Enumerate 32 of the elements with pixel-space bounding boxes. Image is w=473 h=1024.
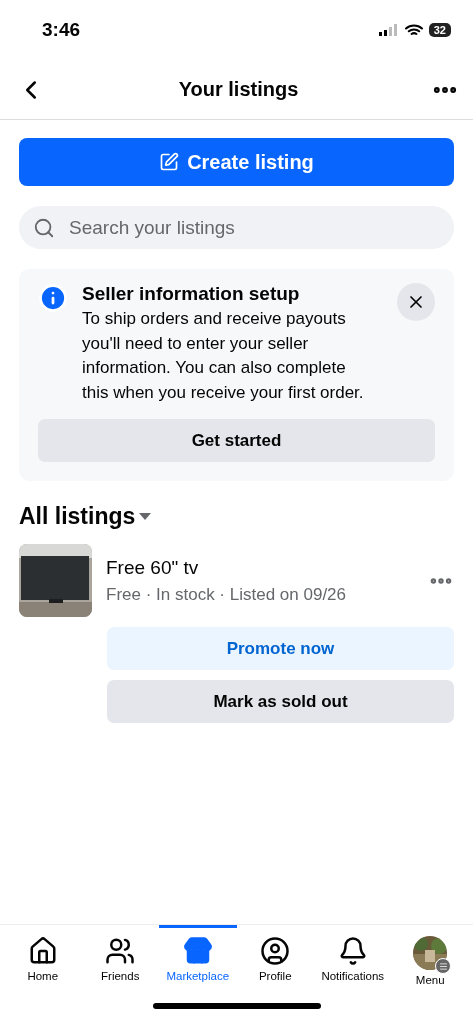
listing-details: Free · In stock · Listed on 09/26 <box>106 584 347 605</box>
person-icon <box>260 936 291 966</box>
tab[interactable]: Profile <box>236 925 314 994</box>
close-button[interactable] <box>397 283 435 321</box>
tab[interactable]: Marketplace <box>159 925 237 994</box>
dropdown-icon[interactable] <box>139 512 152 521</box>
status-time: 3:46 <box>42 19 81 41</box>
tab[interactable]: Friends <box>81 925 159 994</box>
tab[interactable]: Notifications <box>314 925 392 994</box>
menu-icon[interactable] <box>435 958 452 974</box>
house-icon <box>27 936 58 966</box>
section-title[interactable]: All listings <box>19 503 136 530</box>
search-bar[interactable]: Search your listings <box>19 206 454 249</box>
wifi-icon <box>404 23 423 37</box>
mark-sold-button[interactable]: Mark as sold out <box>107 680 454 723</box>
notice-title: Seller information setup <box>82 283 301 305</box>
search-icon <box>33 216 55 239</box>
tab[interactable]: Home <box>4 925 82 994</box>
page-title: Your listings <box>178 78 299 101</box>
edit-icon <box>159 152 180 172</box>
promote-button[interactable]: Promote now <box>107 627 454 670</box>
battery-level: 32 <box>428 23 451 37</box>
store-icon <box>182 936 213 966</box>
tab[interactable]: Menu <box>391 925 469 994</box>
get-started-button[interactable]: Get started <box>38 419 435 462</box>
create-listing-button[interactable]: Create listing <box>19 138 454 186</box>
info-icon <box>38 283 68 313</box>
people-icon <box>105 936 136 966</box>
signal-icon <box>378 24 399 36</box>
listing-title: Free 60" tv <box>106 556 200 579</box>
search-field[interactable]: Search your listings <box>67 215 440 240</box>
notice-text: To ship orders and receive payouts you'll need to enter your seller information. You can also complete this when you receive your first order. <box>82 308 365 404</box>
